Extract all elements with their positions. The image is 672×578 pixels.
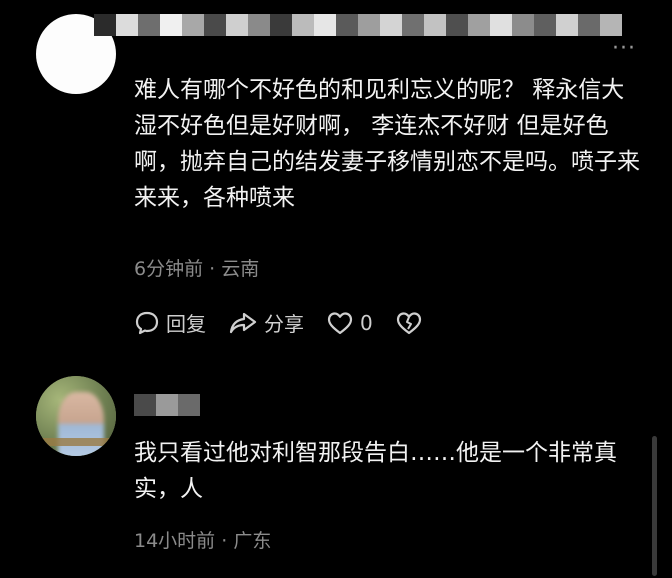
username-pixelated[interactable]	[94, 14, 622, 36]
comment-actions: 回复 分享 0	[134, 308, 451, 337]
comment-text: 我只看过他对利智那段告白……他是一个非常真实，人	[134, 440, 617, 502]
scrollbar[interactable]	[652, 436, 657, 576]
meta-separator: ·	[203, 258, 222, 280]
avatar-person-blurred	[58, 392, 104, 456]
comment-meta: 6分钟前 · 云南	[134, 254, 259, 281]
comment-location: 广东	[233, 530, 272, 552]
avatar[interactable]	[36, 376, 116, 456]
comment-time: 14小时前	[134, 530, 216, 552]
meta-separator: ·	[215, 530, 234, 552]
comment-text: 难人有哪个不好色的和见利忘义的呢？ 释永信大湿不好色但是好财啊， 李连杰不好财 …	[134, 77, 640, 211]
dislike-icon	[396, 311, 421, 334]
comments-page: ··· 难人有哪个不好色的和见利忘义的呢？ 释永信大湿不好色但是好财啊， 李连杰…	[0, 0, 672, 578]
share-icon	[229, 312, 257, 333]
like-count: 0	[360, 310, 373, 335]
reply-icon	[135, 311, 159, 334]
reply-label: 回复	[166, 312, 206, 336]
dislike-button[interactable]	[395, 310, 429, 336]
reply-button[interactable]: 回复	[134, 308, 206, 337]
more-icon[interactable]: ···	[612, 38, 636, 60]
like-icon	[327, 311, 353, 334]
like-button[interactable]: 0	[326, 310, 373, 336]
comment-time: 6分钟前	[134, 258, 204, 280]
comment-meta: 14小时前 · 广东	[134, 526, 271, 553]
comment-location: 云南	[221, 258, 260, 280]
avatar-rail	[36, 438, 116, 446]
share-label: 分享	[264, 312, 304, 336]
username-pixelated[interactable]	[134, 394, 200, 416]
share-button[interactable]: 分享	[228, 308, 304, 337]
